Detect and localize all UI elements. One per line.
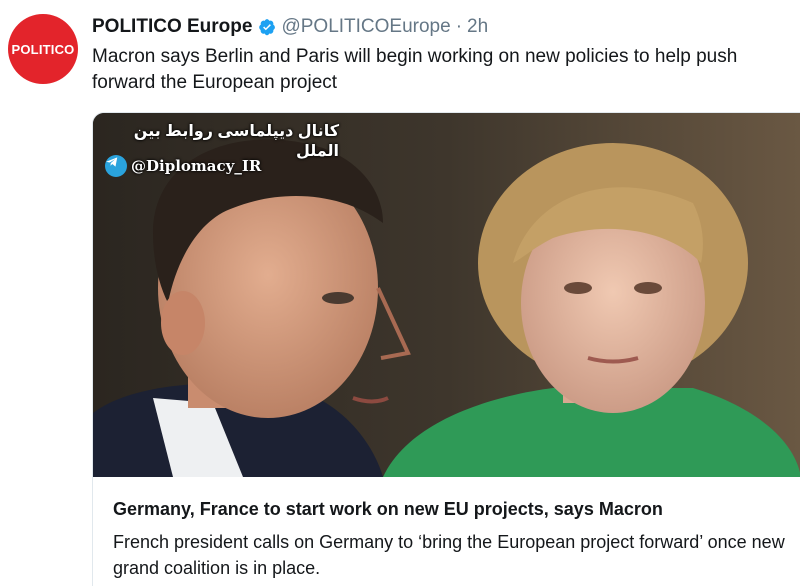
watermark-handle-row: @Diplomacy_IR xyxy=(105,155,261,177)
timestamp[interactable]: 2h xyxy=(467,16,488,38)
card-body[interactable]: Germany, France to start work on new EU … xyxy=(93,477,800,586)
card-title[interactable]: Germany, France to start work on new EU … xyxy=(113,499,791,520)
verified-badge-icon xyxy=(259,19,276,36)
link-card[interactable]: کانال دیپلماسی روابط بین الملل @Diplomac… xyxy=(92,112,800,586)
telegram-icon xyxy=(105,155,127,177)
separator-dot: · xyxy=(455,16,463,37)
channel-watermark: کانال دیپلماسی روابط بین الملل @Diplomac… xyxy=(99,119,339,187)
avatar-logo-text: POLITICO xyxy=(11,41,75,57)
card-image[interactable]: کانال دیپلماسی روابط بین الملل @Diplomac… xyxy=(93,113,800,477)
card-description: French president calls on Germany to ‘br… xyxy=(113,532,785,578)
avatar[interactable]: POLITICO xyxy=(8,14,78,84)
account-handle[interactable]: @POLITICOEurope xyxy=(281,16,450,38)
watermark-handle: @Diplomacy_IR xyxy=(131,157,262,175)
display-name[interactable]: POLITICO Europe xyxy=(92,16,252,38)
tweet-text: Macron says Berlin and Paris will begin … xyxy=(92,46,738,93)
tweet-header: POLITICO Europe @POLITICOEurope · 2h xyxy=(92,14,790,40)
